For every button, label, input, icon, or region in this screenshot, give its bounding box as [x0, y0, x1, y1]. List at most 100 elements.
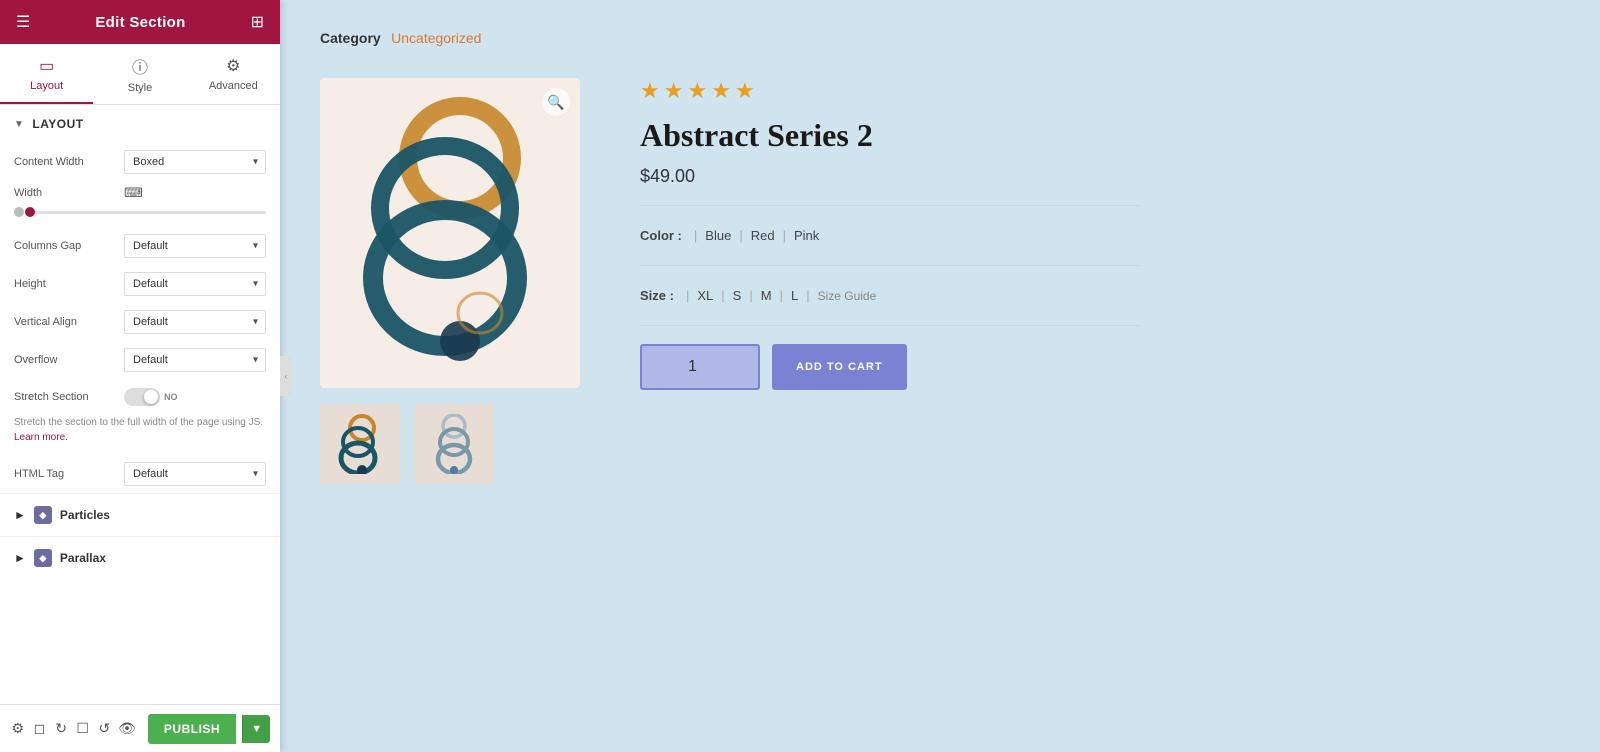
add-to-cart-row: ADD TO CART: [640, 344, 1140, 390]
particles-chevron-icon: ►: [14, 508, 26, 522]
color-blue[interactable]: Blue: [705, 228, 731, 243]
size-m[interactable]: M: [761, 288, 772, 303]
html-tag-select[interactable]: Default header footer main section artic…: [124, 462, 266, 486]
tab-style-label: Style: [128, 82, 152, 94]
quantity-input[interactable]: [640, 344, 760, 390]
category-value[interactable]: Uncategorized: [391, 30, 481, 46]
layers-icon-btn[interactable]: ◻: [32, 715, 48, 743]
width-slider-row[interactable]: [0, 205, 280, 227]
publish-button[interactable]: PUBLISH: [148, 714, 236, 744]
tab-advanced[interactable]: ⚙ Advanced: [187, 44, 280, 104]
eye-icon-btn[interactable]: 👁: [118, 715, 136, 743]
color-pink[interactable]: Pink: [794, 228, 819, 243]
divider-3: [640, 325, 1140, 326]
color-label: Color :: [640, 228, 682, 243]
main-product-image: 🔍: [320, 78, 580, 388]
layout-chevron-icon: ▼: [14, 119, 24, 130]
overflow-select[interactable]: Default Hidden: [124, 348, 266, 372]
thumb-svg-2: [424, 414, 484, 474]
toggle-no-label: NO: [164, 392, 178, 402]
toggle-thumb: [144, 390, 158, 404]
product-thumb-1[interactable]: [320, 404, 400, 484]
settings-icon-btn[interactable]: ⚙: [10, 715, 26, 743]
learn-more-link[interactable]: Learn more.: [14, 432, 68, 443]
html-tag-select-wrapper[interactable]: Default header footer main section artic…: [124, 462, 266, 486]
layout-section-header[interactable]: ▼ Layout: [0, 105, 280, 143]
stretch-section-row: Stretch Section NO: [0, 379, 280, 415]
hamburger-icon[interactable]: ☰: [16, 12, 30, 32]
content-width-select-wrapper[interactable]: Boxed Full Width: [124, 150, 266, 174]
category-prefix: Category: [320, 30, 381, 46]
star-2: ★: [664, 78, 684, 104]
width-responsive-icon: ⌨: [124, 185, 143, 201]
color-red[interactable]: Red: [751, 228, 775, 243]
divider-2: [640, 265, 1140, 266]
panel-title: Edit Section: [95, 14, 185, 31]
publish-arrow-button[interactable]: ▼: [242, 715, 270, 743]
thumb-svg-1: [330, 414, 390, 474]
vertical-align-row: Vertical Align Default Top Middle Bottom: [0, 303, 280, 341]
product-thumbnails: [320, 404, 580, 484]
height-select[interactable]: Default Fit To Screen Min Height: [124, 272, 266, 296]
overflow-label: Overflow: [14, 354, 124, 366]
panel-tabs: ▭ Layout ⓘ Style ⚙ Advanced: [0, 44, 280, 105]
size-l[interactable]: L: [791, 288, 798, 303]
parallax-chevron-icon: ►: [14, 551, 26, 565]
star-5: ★: [735, 78, 755, 104]
panel-collapse-handle[interactable]: ‹: [280, 356, 292, 396]
size-xl[interactable]: XL: [697, 288, 713, 303]
width-label: Width: [14, 187, 124, 199]
panel-body: ▼ Layout Content Width Boxed Full Width …: [0, 105, 280, 752]
add-to-cart-button[interactable]: ADD TO CART: [772, 344, 907, 390]
grid-icon[interactable]: ⊞: [251, 12, 264, 32]
vertical-align-select[interactable]: Default Top Middle Bottom: [124, 310, 266, 334]
content-width-row: Content Width Boxed Full Width: [0, 143, 280, 181]
slider-dot: [14, 207, 24, 217]
size-row: Size : | XL | S | M | L | Size Guide: [640, 278, 1140, 313]
particles-accordion[interactable]: ► ◆ Particles: [0, 493, 280, 536]
product-images: 🔍: [320, 78, 580, 484]
columns-gap-select[interactable]: Default No Gap Narrow Wide: [124, 234, 266, 258]
color-row: Color : | Blue | Red | Pink: [640, 218, 1140, 253]
template-icon-btn[interactable]: ☐: [75, 715, 91, 743]
size-guide-link[interactable]: Size Guide: [818, 289, 877, 303]
height-select-wrapper[interactable]: Default Fit To Screen Min Height: [124, 272, 266, 296]
panel-header: ☰ Edit Section ⊞: [0, 0, 280, 44]
main-content: Category Uncategorized 🔍: [280, 0, 1600, 752]
columns-gap-select-wrapper[interactable]: Default No Gap Narrow Wide: [124, 234, 266, 258]
overflow-select-wrapper[interactable]: Default Hidden: [124, 348, 266, 372]
layout-tab-icon: ▭: [39, 56, 54, 76]
stretch-section-label: Stretch Section: [14, 391, 124, 403]
height-label: Height: [14, 278, 124, 290]
particles-label: Particles: [60, 508, 110, 522]
category-label: Category Uncategorized: [320, 30, 1560, 48]
stretch-toggle-wrapper[interactable]: NO: [124, 388, 178, 406]
product-price: $49.00: [640, 166, 1140, 187]
tab-layout-label: Layout: [30, 80, 63, 92]
slider-track[interactable]: [30, 211, 266, 214]
tab-style[interactable]: ⓘ Style: [93, 44, 186, 104]
stretch-description: Stretch the section to the full width of…: [0, 415, 280, 455]
content-width-select[interactable]: Boxed Full Width: [124, 150, 266, 174]
star-4: ★: [711, 78, 731, 104]
tab-layout[interactable]: ▭ Layout: [0, 44, 93, 104]
vertical-align-select-wrapper[interactable]: Default Top Middle Bottom: [124, 310, 266, 334]
parallax-accordion[interactable]: ► ◆ Parallax: [0, 536, 280, 579]
product-thumb-2[interactable]: [414, 404, 494, 484]
redo-icon-btn[interactable]: ↺: [97, 715, 113, 743]
vertical-align-label: Vertical Align: [14, 316, 124, 328]
columns-gap-row: Columns Gap Default No Gap Narrow Wide: [0, 227, 280, 265]
size-s[interactable]: S: [733, 288, 742, 303]
product-stars: ★ ★ ★ ★ ★: [640, 78, 1140, 104]
slider-thumb[interactable]: [25, 207, 35, 217]
advanced-tab-icon: ⚙: [226, 56, 240, 76]
overflow-row: Overflow Default Hidden: [0, 341, 280, 379]
stretch-toggle[interactable]: [124, 388, 160, 406]
edit-panel: ☰ Edit Section ⊞ ▭ Layout ⓘ Style ⚙ Adva…: [0, 0, 280, 752]
style-tab-icon: ⓘ: [132, 54, 148, 78]
product-title: Abstract Series 2: [640, 116, 1140, 154]
html-tag-row: HTML Tag Default header footer main sect…: [0, 455, 280, 493]
history-icon-btn[interactable]: ↻: [53, 715, 69, 743]
height-row: Height Default Fit To Screen Min Height: [0, 265, 280, 303]
zoom-icon[interactable]: 🔍: [542, 88, 570, 116]
